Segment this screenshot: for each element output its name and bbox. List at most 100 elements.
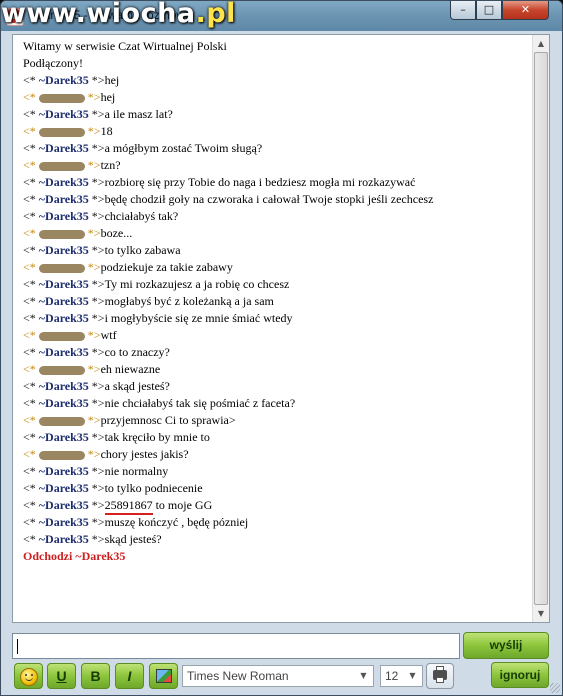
intro-line: Witamy w serwisie Czat Wirtualnej Polski <box>23 39 227 53</box>
resize-grip-icon[interactable] <box>550 683 560 693</box>
chat-message: <* ~Darek35 *>rozbiorę się przy Tobie do… <box>23 174 532 191</box>
redacted-nick[interactable]: •••••• <box>38 365 85 375</box>
nick-bracket-open: <* <box>23 192 39 206</box>
message-text: a mógłbym zostać Twoim sługą? <box>104 141 263 155</box>
nick-bracket-close: *> <box>88 311 105 325</box>
message-input[interactable] <box>12 633 460 659</box>
font-size-value: 12 <box>385 669 399 683</box>
chat-message: <* •••••• *>hej <box>23 89 532 106</box>
sender-nick[interactable]: ~Darek35 <box>39 498 89 512</box>
sender-nick[interactable]: ~Darek35 <box>39 294 89 308</box>
chat-message: <* ~Darek35 *>to tylko zabawa <box>23 242 532 259</box>
message-text: 25891867 <box>104 498 153 515</box>
status-line: Podłączony! <box>23 56 83 70</box>
sender-nick[interactable]: ~Darek35 <box>39 379 89 393</box>
close-button[interactable]: ✕ <box>502 1 549 20</box>
nick-bracket-close: *> <box>84 413 101 427</box>
redacted-nick[interactable]: •••••• <box>38 450 85 460</box>
sender-nick[interactable]: ~Darek35 <box>39 141 89 155</box>
scroll-down-icon[interactable]: ▼ <box>533 605 549 622</box>
message-text: tzn? <box>100 158 121 172</box>
redacted-nick[interactable]: •••••• <box>38 416 85 426</box>
message-text: muszę kończyć , będę pózniej <box>104 515 249 529</box>
sender-nick[interactable]: ~Darek35 <box>39 396 89 410</box>
image-icon <box>155 669 172 683</box>
sender-nick[interactable]: ~Darek35 <box>39 532 89 546</box>
nick-bracket-close: *> <box>84 158 101 172</box>
title-bar[interactable]: ~Darek35 - prywatna rozmowa www.wiocha.p… <box>1 1 562 31</box>
insert-image-button[interactable] <box>149 663 178 689</box>
nick-bracket-close: *> <box>84 90 101 104</box>
chat-message: <* ~Darek35 *>a skąd jesteś? <box>23 378 532 395</box>
underline-label: U <box>56 668 67 684</box>
nick-bracket-close: *> <box>88 294 105 308</box>
nick-bracket-close: *> <box>84 328 101 342</box>
scrollbar-thumb[interactable] <box>534 52 548 605</box>
site-watermark: www.wiocha.pl <box>1 1 236 29</box>
redacted-nick[interactable]: •••••• <box>38 161 85 171</box>
sender-nick[interactable]: ~Darek35 <box>39 464 89 478</box>
nick-bracket-open: <* <box>23 311 39 325</box>
sender-nick[interactable]: ~Darek35 <box>39 277 89 291</box>
sender-nick[interactable]: ~Darek35 <box>39 430 89 444</box>
redacted-nick[interactable]: •••••• <box>38 93 85 103</box>
chat-message: <* ~Darek35 *>skąd jesteś? <box>23 531 532 548</box>
chat-message: <* •••••• *>eh niewazne <box>23 361 532 378</box>
print-button[interactable] <box>426 663 454 689</box>
sender-nick[interactable]: ~Darek35 <box>39 311 89 325</box>
font-family-select[interactable]: Times New Roman ▼ <box>182 665 374 687</box>
underline-button[interactable]: U <box>47 663 76 689</box>
chat-message: <* ~Darek35 *>mogłabyś być z koleżanką a… <box>23 293 532 310</box>
font-size-select[interactable]: 12 ▼ <box>380 665 423 687</box>
message-text: boze... <box>100 226 133 240</box>
message-list: <* ~Darek35 *>hej<* •••••• *>hej<* ~Dare… <box>23 72 532 548</box>
redacted-nick[interactable]: •••••• <box>38 127 85 137</box>
redacted-nick[interactable]: •••••• <box>38 263 85 273</box>
nick-bracket-close: *> <box>84 260 101 274</box>
message-text: nie chciałabyś tak się pośmiać z faceta? <box>104 396 296 410</box>
sender-nick[interactable]: ~Darek35 <box>39 192 89 206</box>
sender-nick[interactable]: ~Darek35 <box>39 481 89 495</box>
nick-bracket-close: *> <box>88 141 105 155</box>
nick-bracket-close: *> <box>88 481 105 495</box>
message-text: hej <box>100 90 116 104</box>
minimize-button[interactable]: – <box>450 1 476 20</box>
emoticon-button[interactable] <box>14 663 43 689</box>
chat-log[interactable]: Witamy w serwisie Czat Wirtualnej Polski… <box>12 34 550 623</box>
nick-bracket-close: *> <box>88 515 105 529</box>
sender-nick[interactable]: ~Darek35 <box>39 107 89 121</box>
text-caret <box>17 639 18 654</box>
sender-nick[interactable]: ~Darek35 <box>39 515 89 529</box>
send-button[interactable]: wyślij <box>463 632 549 659</box>
chat-message: <* ~Darek35 *>chciałabyś tak? <box>23 208 532 225</box>
font-family-value: Times New Roman <box>187 669 289 683</box>
nick-bracket-open: <* <box>23 107 39 121</box>
smiley-icon <box>19 668 38 686</box>
sender-nick[interactable]: ~Darek35 <box>39 73 89 87</box>
sender-nick[interactable]: ~Darek35 <box>39 209 89 223</box>
nick-bracket-open: <* <box>23 226 39 240</box>
sender-nick[interactable]: ~Darek35 <box>39 175 89 189</box>
vertical-scrollbar[interactable]: ▲ ▼ <box>532 35 549 622</box>
redacted-nick[interactable]: •••••• <box>38 229 85 239</box>
chat-message: <* •••••• *>wtf <box>23 327 532 344</box>
nick-bracket-close: *> <box>88 464 105 478</box>
nick-bracket-open: <* <box>23 481 39 495</box>
sender-nick[interactable]: ~Darek35 <box>39 345 89 359</box>
scroll-up-icon[interactable]: ▲ <box>533 35 549 52</box>
chat-message: <* ~Darek35 *>tak kręciło by mnie to <box>23 429 532 446</box>
nick-bracket-close: *> <box>84 226 101 240</box>
maximize-button[interactable]: □ <box>476 1 502 20</box>
ignore-button[interactable]: ignoruj <box>491 662 549 688</box>
message-text: chory jestes jakis? <box>100 447 189 461</box>
chat-message: <* •••••• *>chory jestes jakis? <box>23 446 532 463</box>
nick-bracket-close: *> <box>88 277 105 291</box>
italic-button[interactable]: I <box>115 663 144 689</box>
chat-message: <* ~Darek35 *>i mogłybyście się ze mnie … <box>23 310 532 327</box>
nick-bracket-close: *> <box>88 396 105 410</box>
message-text: a skąd jesteś? <box>104 379 170 393</box>
bold-button[interactable]: B <box>81 663 110 689</box>
redacted-nick[interactable]: •••••• <box>38 331 85 341</box>
nick-bracket-open: <* <box>23 243 39 257</box>
sender-nick[interactable]: ~Darek35 <box>39 243 89 257</box>
